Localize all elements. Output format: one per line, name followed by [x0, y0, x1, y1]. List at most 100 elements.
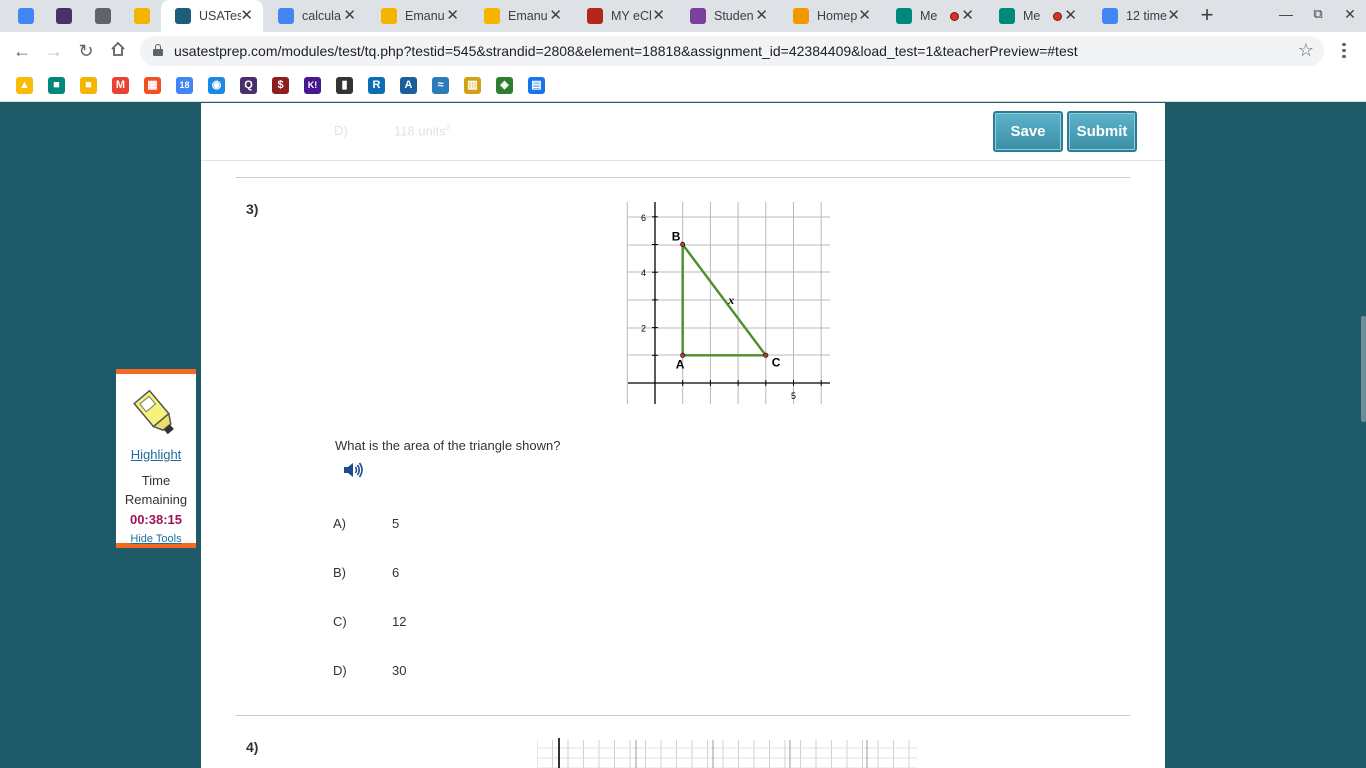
- minimize-icon[interactable]: —: [1276, 6, 1296, 22]
- close-tab-icon[interactable]: ✕: [755, 8, 768, 24]
- tab-title: MY eCl: [611, 9, 652, 23]
- home-icon[interactable]: [107, 40, 129, 62]
- microsoft-icon[interactable]: ▦: [144, 77, 161, 94]
- tab-title: Emanu: [405, 9, 445, 23]
- quizlet-icon[interactable]: Q: [240, 77, 257, 94]
- menu-icon[interactable]: [1334, 41, 1354, 61]
- back-icon[interactable]: ←: [11, 40, 33, 62]
- choice-value: 6: [392, 565, 400, 580]
- hide-tools-link[interactable]: Hide Tools: [116, 533, 196, 545]
- lock-icon: [153, 44, 163, 56]
- r-icon[interactable]: R: [368, 77, 385, 94]
- browser-tab[interactable]: USATes ✕: [161, 0, 263, 32]
- highlight-link[interactable]: Highlight: [116, 447, 196, 462]
- speaker-icon[interactable]: [342, 461, 364, 479]
- browser-toolbar: ← → ↻ usatestprep.com/modules/test/tq.ph…: [0, 32, 1366, 70]
- x-tick-label: 5: [791, 391, 796, 401]
- restore-icon[interactable]: ⧉: [1308, 6, 1328, 22]
- recording-icon: [1053, 11, 1062, 21]
- answer-choice-a[interactable]: A) 5: [333, 516, 399, 531]
- browser-tab[interactable]: calcula ✕: [264, 0, 366, 32]
- submit-button[interactable]: Submit: [1067, 111, 1137, 152]
- vertex-label: B: [672, 230, 681, 244]
- close-window-icon[interactable]: ✕: [1340, 6, 1360, 23]
- close-tab-icon[interactable]: ✕: [652, 8, 665, 24]
- scrollbar-thumb[interactable]: [1361, 316, 1366, 422]
- choice-letter: A): [333, 516, 346, 531]
- tab-strip: USATes ✕ calcula ✕ Emanu ✕ Emanu ✕ MY eCl ✕ Studen…: [0, 0, 1366, 32]
- browser-tab[interactable]: Homep ✕: [779, 0, 881, 32]
- address-bar[interactable]: usatestprep.com/modules/test/tq.php?test…: [140, 36, 1324, 66]
- a-icon[interactable]: A: [400, 77, 417, 94]
- previous-choice-value: 118 units2: [394, 123, 451, 139]
- close-tab-icon[interactable]: ✕: [549, 8, 562, 24]
- tab-title: USATes: [199, 9, 241, 23]
- layout-icon[interactable]: ▤: [528, 77, 545, 94]
- wave-icon[interactable]: ≈: [432, 77, 449, 94]
- google-icon: [278, 8, 294, 24]
- close-tab-icon[interactable]: ✕: [1167, 8, 1180, 24]
- choice-value: 12: [392, 614, 407, 629]
- tab-title: calcula: [302, 9, 341, 23]
- forward-icon[interactable]: →: [43, 40, 65, 62]
- triangle-graph: 6 4 2 5 B A Cx: [626, 202, 830, 404]
- browser-tab[interactable]: MY eCl ✕: [573, 0, 675, 32]
- contacts-icon: [18, 8, 34, 24]
- bookmark-star-icon[interactable]: ☆: [1298, 40, 1314, 61]
- timer: 00:38:15: [129, 512, 183, 527]
- choice-value: 30: [392, 663, 407, 678]
- answer-choice-b[interactable]: B) 6: [333, 565, 399, 580]
- choice-letter: D): [333, 663, 347, 678]
- answer-choice-c[interactable]: C) 12: [333, 614, 406, 629]
- recording-icon: [950, 11, 959, 21]
- browser-tab[interactable]: [95, 0, 111, 32]
- answer-choice-d[interactable]: D) 30: [333, 663, 406, 678]
- previous-choice-letter: D): [334, 123, 348, 138]
- vertex-point: [763, 352, 769, 358]
- close-tab-icon[interactable]: ✕: [858, 8, 871, 24]
- library-icon[interactable]: ▥: [464, 77, 481, 94]
- owl-icon[interactable]: ◈: [496, 77, 513, 94]
- reload-icon[interactable]: ↻: [75, 40, 97, 62]
- close-tab-icon[interactable]: ✕: [961, 8, 974, 24]
- highlighter-icon[interactable]: [128, 386, 184, 442]
- browser-tab[interactable]: [56, 0, 72, 32]
- meet-icon[interactable]: ■: [48, 77, 65, 94]
- save-button[interactable]: Save: [993, 111, 1063, 152]
- browser-tab[interactable]: [134, 0, 150, 32]
- audio-muted-icon: [95, 8, 111, 24]
- browser-tab[interactable]: Me ✕: [985, 0, 1087, 32]
- quizlet-icon: [56, 8, 72, 24]
- tab-title: Me: [920, 9, 938, 23]
- book-icon[interactable]: ▮: [336, 77, 353, 94]
- meet-icon: [999, 8, 1015, 24]
- vertex-point: [680, 241, 686, 247]
- close-tab-icon[interactable]: ✕: [1064, 8, 1077, 24]
- tab-title: Emanu: [508, 9, 548, 23]
- close-tab-icon[interactable]: ✕: [343, 8, 356, 24]
- school-icon: [587, 8, 603, 24]
- browser-tab[interactable]: Studen ✕: [676, 0, 778, 32]
- question-divider: [236, 715, 1130, 716]
- new-tab-button[interactable]: +: [1196, 4, 1218, 28]
- drive-icon[interactable]: ▲: [16, 77, 33, 94]
- slides-icon: [381, 8, 397, 24]
- y-tick-label: 6: [641, 213, 646, 223]
- choice-letter: B): [333, 565, 346, 580]
- browser-tab[interactable]: 12 time ✕: [1088, 0, 1190, 32]
- browser-tab[interactable]: Me ✕: [882, 0, 984, 32]
- browser-tab[interactable]: Emanu ✕: [367, 0, 469, 32]
- browser-tab[interactable]: Emanu ✕: [470, 0, 572, 32]
- calendar-icon[interactable]: 18: [176, 77, 193, 94]
- classroom-icon: [134, 8, 150, 24]
- bookmarks-bar: ▲ ■ ■ M ▦ 18 ◉ Q $ K! ▮ R A ≈ ▥ ◈ ▤: [0, 70, 1366, 102]
- close-tab-icon[interactable]: ✕: [446, 8, 459, 24]
- classroom-icon[interactable]: ■: [80, 77, 97, 94]
- close-tab-icon[interactable]: ✕: [240, 8, 253, 24]
- test-page: D) 118 units2 Save Submit 3) 6 4 2 5 B A Cx Wh…: [201, 103, 1165, 768]
- kahoot-icon[interactable]: K!: [304, 77, 321, 94]
- browser-tab[interactable]: [18, 0, 34, 32]
- compass-icon[interactable]: ◉: [208, 77, 225, 94]
- gmail-icon[interactable]: M: [112, 77, 129, 94]
- dollar-icon[interactable]: $: [272, 77, 289, 94]
